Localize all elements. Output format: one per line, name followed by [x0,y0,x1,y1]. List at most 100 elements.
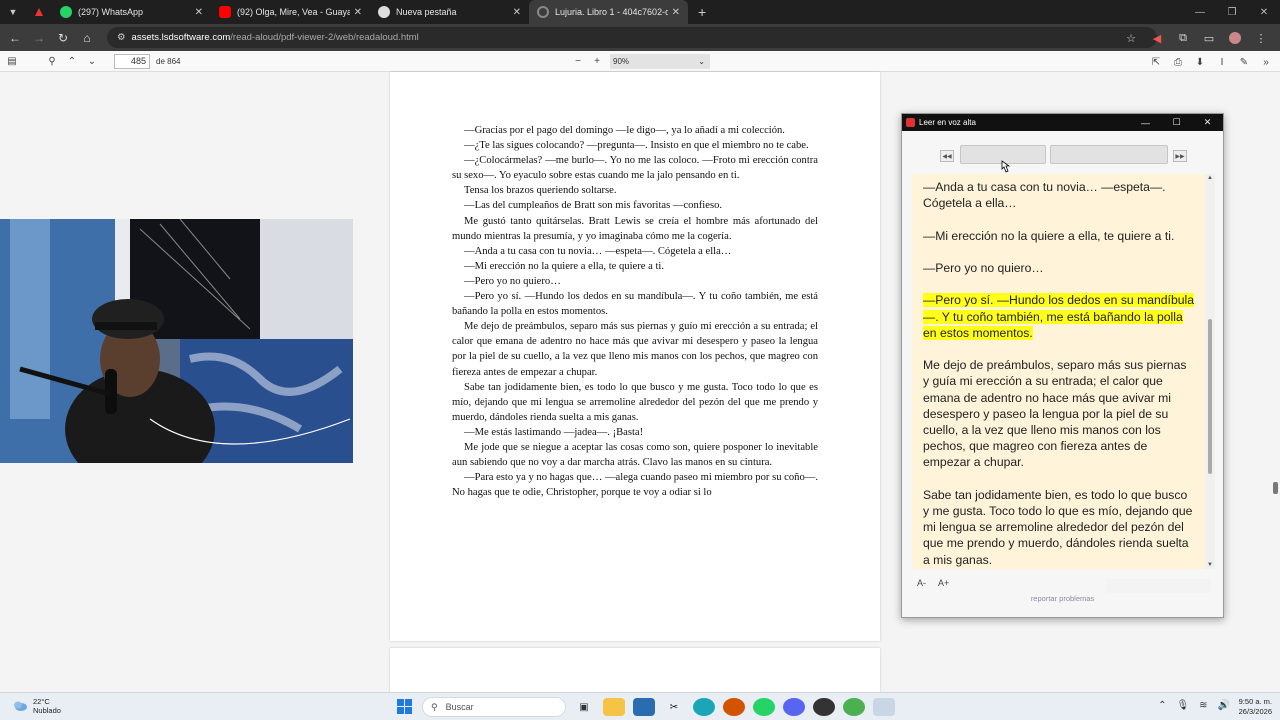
sidebar-toggle-icon[interactable]: ▤ [2,51,22,71]
clock[interactable]: 9:50 a. m. 26/3/2026 [1239,697,1272,716]
obs-icon[interactable] [813,698,835,716]
pinned-tab-pdf[interactable] [26,0,52,24]
save-icon[interactable]: ⬇ [1190,52,1210,72]
scrollbar-thumb[interactable] [1208,319,1212,474]
store-icon[interactable] [633,698,655,716]
read-aloud-paragraph: —Pero yo no quiero… [923,260,1195,276]
reload-icon[interactable]: ↻ [51,26,75,50]
page-count: de 864 [156,56,181,66]
zoom-out-button[interactable]: − [568,51,588,71]
site-info-icon[interactable]: ⚙ [117,32,126,43]
playback-controls: ◀◀ ▶▶ [902,144,1223,173]
weather-widget[interactable]: 22°C Nublado [12,697,61,715]
scroll-up-icon[interactable]: ▲ [1207,175,1213,181]
open-file-icon[interactable]: ⇱ [1146,52,1166,72]
read-aloud-text-panel[interactable]: —Anda a tu casa con tu novia… —espeta—. … [912,174,1205,569]
tab-title: Nueva pestaña [396,7,457,17]
start-icon[interactable] [397,699,412,714]
close-window-icon[interactable]: ✕ [1248,0,1280,24]
scroll-down-icon[interactable]: ▼ [1207,562,1213,568]
text-select-icon[interactable]: I [1212,52,1232,72]
minimize-icon[interactable]: — [1184,0,1216,24]
minimize-icon[interactable]: — [1130,114,1161,131]
microphone-icon[interactable]: 🎙 [1176,700,1189,711]
close-icon[interactable]: ✕ [354,7,362,18]
taskbar-apps: ▣ ✂ [573,698,895,716]
edge-icon[interactable] [693,698,715,716]
report-problems-link[interactable]: reportar problemas [902,594,1223,603]
back-icon[interactable]: ← [3,26,27,50]
whatsapp-icon[interactable] [753,698,775,716]
pdf-paragraph: —Anda a tu casa con tu novia… —espeta—. … [464,245,732,257]
profile-avatar-icon[interactable] [1224,27,1246,49]
font-size-controls: A- A+ [917,578,949,588]
discord-icon[interactable] [783,698,805,716]
read-aloud-titlebar[interactable]: Leer en voz alta — ☐ ✕ [902,114,1223,131]
print-icon[interactable]: ⎙ [1168,52,1188,72]
bookmark-star-icon[interactable]: ☆ [1120,27,1142,49]
task-view-icon[interactable]: ▣ [573,698,595,716]
sentence-text: Me dejo de preámbulos, separo más sus pi… [923,358,1187,470]
taskbar: 22°C Nublado ⚲ Buscar ▣ ✂ ⌃ 🎙 ≋ 🔊 9:50 a… [0,692,1280,720]
tab-title: (92) Olga, Mire, Vea - Guayacán [237,7,350,17]
close-icon[interactable]: ✕ [195,7,203,18]
mouse-cursor-icon [1001,160,1010,173]
webcam-overlay [0,219,353,463]
read-aloud-paragraph: Sabe tan jodidamente bien, es todo lo qu… [923,487,1195,568]
chrome-icon [378,6,390,18]
font-decrease-button[interactable]: A- [917,578,926,588]
read-aloud-scrollbar[interactable]: ▲ ▼ [1205,174,1215,569]
extension-read-aloud-icon[interactable]: ◀ [1146,27,1168,49]
new-tab-button[interactable]: + [688,4,716,20]
chrome-icon[interactable] [843,698,865,716]
pdf-toolbar: ▤ ⚲ ⌃ ⌄ 485 de 864 − + 90% ⌄ ⇱ ⎙ ⬇ I ✎ » [0,51,1280,72]
tab-youtube[interactable]: (92) Olga, Mire, Vea - Guayacán ✕ [211,0,370,24]
home-icon[interactable]: ⌂ [75,26,99,50]
tab-title: Lujuria. Libro 1 - 404c7602-dac [555,7,668,17]
rewind-icon[interactable]: ◀◀ [940,150,954,162]
volume-icon[interactable]: 🔊 [1218,700,1230,711]
tray-chevron-icon[interactable]: ⌃ [1158,700,1166,711]
close-icon[interactable]: ✕ [1192,114,1223,131]
url-field[interactable]: ⚙ assets.lsdsoftware.com/read-aloud/pdf-… [107,27,1157,48]
forward-icon[interactable]: → [27,26,51,50]
zoom-in-button[interactable]: + [587,51,607,71]
maximize-icon[interactable]: ☐ [1161,114,1192,131]
taskbar-search[interactable]: ⚲ Buscar [422,697,566,717]
chrome-active-icon[interactable] [873,698,895,716]
menu-icon[interactable]: ⋮ [1250,27,1272,49]
side-panel-icon[interactable]: ▭ [1198,27,1220,49]
youtube-icon [219,6,231,18]
close-icon[interactable]: ✕ [513,7,521,18]
page-up-icon[interactable]: ⌃ [62,51,82,71]
cloud-icon [14,701,27,711]
pdf-paragraph: Me jode que se niegue a aceptar las cosa… [452,441,818,469]
tab-whatsapp[interactable]: (297) WhatsApp ✕ [52,0,211,24]
file-explorer-icon[interactable] [603,698,625,716]
tab-search-icon[interactable]: ▼ [0,0,26,24]
extensions-icon[interactable]: ⧉ [1172,27,1194,49]
forward-icon[interactable]: ▶▶ [1173,150,1187,162]
page-number-input[interactable]: 485 [114,53,150,69]
wifi-icon[interactable]: ≋ [1199,700,1207,711]
search-placeholder: Buscar [445,702,474,712]
tab-new-tab[interactable]: Nueva pestaña ✕ [370,0,529,24]
zoom-select[interactable]: 90% ⌄ [610,54,710,69]
font-increase-button[interactable]: A+ [938,578,949,588]
viewer-scrollbar-thumb[interactable] [1273,482,1278,494]
more-tools-icon[interactable]: » [1256,52,1276,72]
read-aloud-text: —Anda a tu casa con tu novia… —espeta—. … [912,174,1205,568]
draw-icon[interactable]: ✎ [1234,52,1254,72]
tab-strip: ▼ (297) WhatsApp ✕ (92) Olga, Mire, Vea … [0,0,1280,24]
page-down-icon[interactable]: ⌄ [82,51,102,71]
find-icon[interactable]: ⚲ [42,51,62,71]
stop-button[interactable] [1050,145,1168,164]
app-orange-icon[interactable] [723,698,745,716]
tab-lujuria[interactable]: Lujuria. Libro 1 - 404c7602-dac ✕ [529,0,688,24]
pdf-tools: ⇱ ⎙ ⬇ I ✎ » [1146,52,1276,72]
capcut-icon[interactable]: ✂ [663,698,685,716]
maximize-icon[interactable]: ❐ [1216,0,1248,24]
close-icon[interactable]: ✕ [672,7,680,18]
pdf-paragraph: —¿Colocármelas? —me burlo—. Yo no me las… [452,155,818,182]
pdf-paragraph: Sabe tan jodidamente bien, es todo lo qu… [452,381,818,423]
